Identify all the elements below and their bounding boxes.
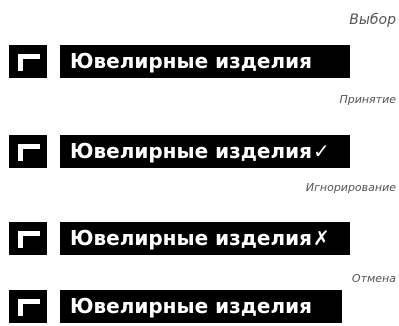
menu-item-row-cancel[interactable]: Ювелирные изделия — [9, 290, 389, 323]
cross-icon: ✗ — [312, 226, 330, 250]
menu-item-row-accept[interactable]: Ювелирные изделия✓ — [9, 135, 389, 168]
menu-item-row-select[interactable]: Ювелирные изделия — [9, 45, 389, 78]
flag-icon — [9, 45, 47, 78]
caption-select: Выбор — [349, 12, 396, 28]
menu-item-label-box[interactable]: Ювелирные изделия✓ — [60, 135, 350, 168]
checkmark-icon: ✓ — [312, 139, 330, 163]
menu-item-label: Ювелирные изделия — [70, 226, 312, 250]
menu-item-label: Ювелирные изделия — [70, 139, 312, 163]
menu-item-label: Ювелирные изделия — [70, 49, 312, 73]
caption-ignore: Игнорирование — [305, 181, 396, 194]
flag-icon — [9, 290, 47, 323]
flag-icon — [9, 222, 47, 255]
menu-item-label: Ювелирные изделия — [70, 294, 312, 318]
menu-item-label-box[interactable]: Ювелирные изделия✗ — [60, 222, 350, 255]
flag-icon — [9, 135, 47, 168]
menu-item-label-box[interactable]: Ювелирные изделия — [60, 45, 350, 78]
caption-accept: Принятие — [339, 93, 396, 106]
menu-item-label-box[interactable]: Ювелирные изделия — [60, 290, 342, 323]
caption-cancel: Отмена — [351, 272, 396, 285]
menu-item-row-ignore[interactable]: Ювелирные изделия✗ — [9, 222, 389, 255]
